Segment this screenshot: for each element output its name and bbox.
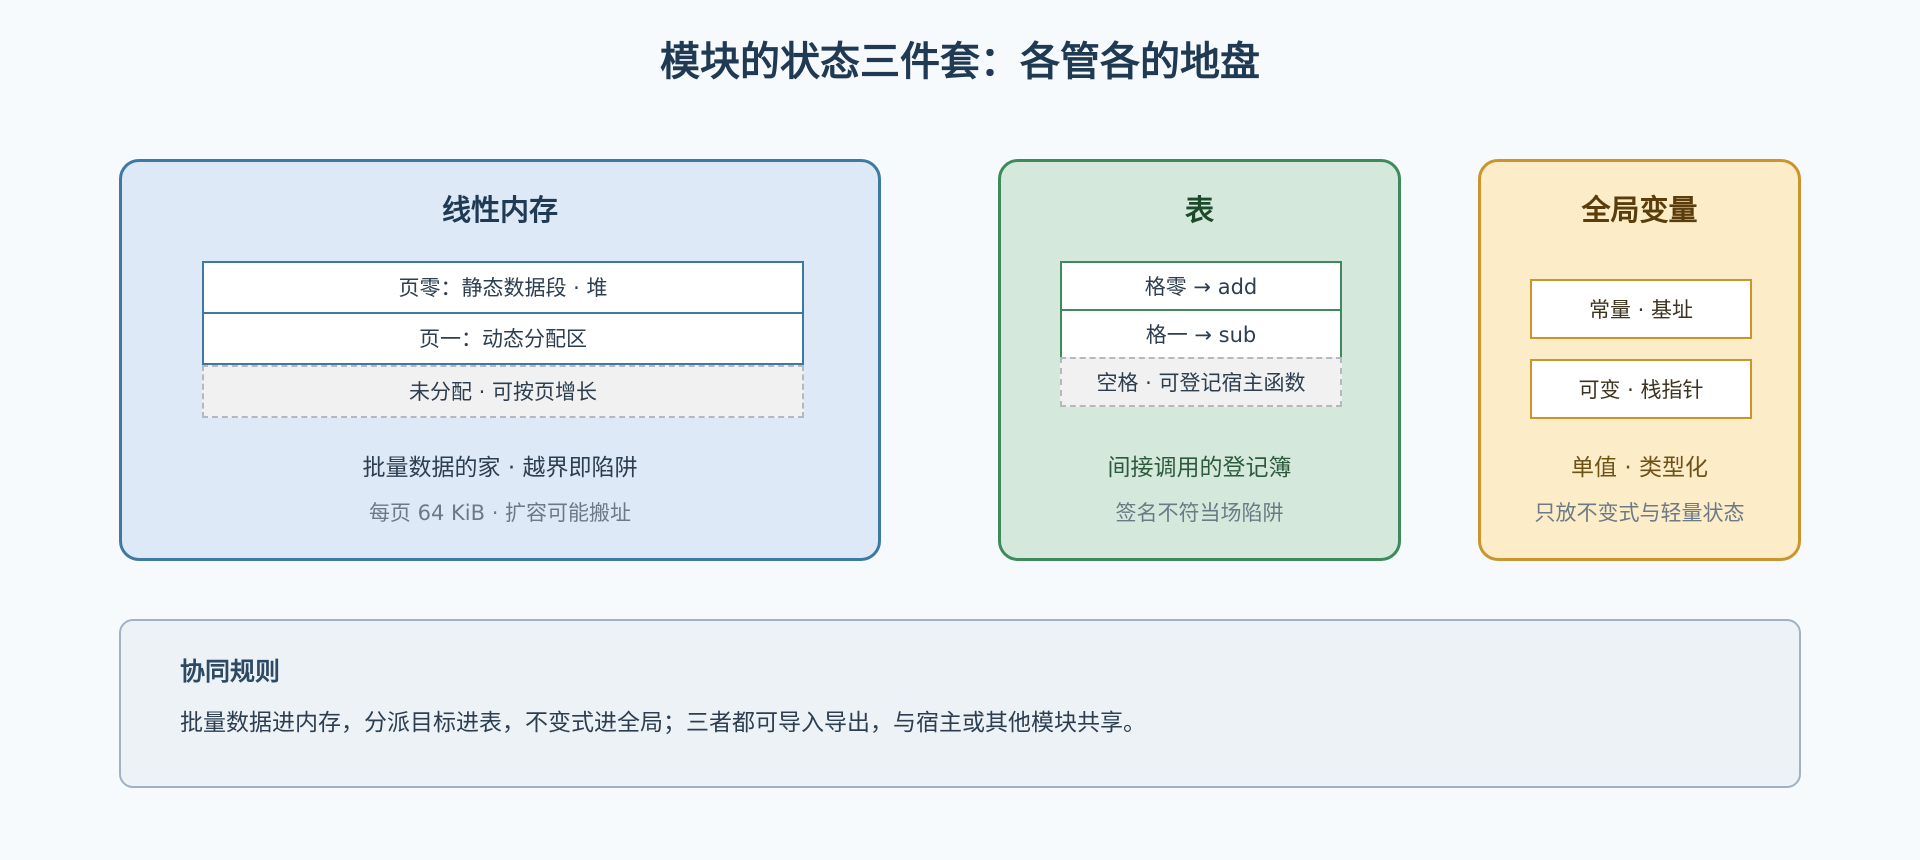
linear-memory-panel: 线性内存 页零：静态数据段 · 堆 页一：动态分配区 未分配 · 可按页增长 批…: [119, 159, 881, 561]
table-panel: 表 格零 → add 格一 → sub 空格 · 可登记宿主函数 间接调用的登记…: [998, 159, 1401, 561]
memory-page-zero: 页零：静态数据段 · 堆: [202, 261, 804, 314]
table-heading: 表: [1184, 193, 1214, 227]
table-subcaption: 签名不符当场陷阱: [1115, 501, 1284, 525]
memory-unallocated: 未分配 · 可按页增长: [202, 365, 804, 418]
globals-heading: 全局变量: [1581, 193, 1698, 227]
table-slot-one: 格一 → sub: [1060, 309, 1342, 359]
memory-page-one: 页一：动态分配区: [202, 312, 804, 365]
table-empty-slot: 空格 · 可登记宿主函数: [1060, 357, 1342, 407]
linear-memory-caption: 批量数据的家 · 越界即陷阱: [362, 455, 638, 481]
global-mutable: 可变 · 栈指针: [1530, 359, 1752, 419]
cooperation-rules-box: 协同规则 批量数据进内存，分派目标进表，不变式进全局；三者都可导入导出，与宿主或…: [119, 619, 1801, 788]
globals-subcaption: 只放不变式与轻量状态: [1534, 501, 1745, 525]
linear-memory-subcaption: 每页 64 KiB · 扩容可能搬址: [368, 501, 632, 525]
globals-panel: 全局变量 常量 · 基址 可变 · 栈指针 单值 · 类型化 只放不变式与轻量状…: [1478, 159, 1801, 561]
table-caption: 间接调用的登记簿: [1107, 455, 1292, 481]
rules-heading: 协同规则: [180, 657, 281, 686]
global-constant: 常量 · 基址: [1530, 279, 1752, 339]
linear-memory-heading: 线性内存: [441, 193, 558, 227]
rules-text: 批量数据进内存，分派目标进表，不变式进全局；三者都可导入导出，与宿主或其他模块共…: [180, 710, 1146, 736]
diagram-title: 模块的状态三件套：各管各的地盘: [660, 39, 1260, 85]
table-slot-zero: 格零 → add: [1060, 261, 1342, 311]
globals-caption: 单值 · 类型化: [1571, 455, 1708, 481]
